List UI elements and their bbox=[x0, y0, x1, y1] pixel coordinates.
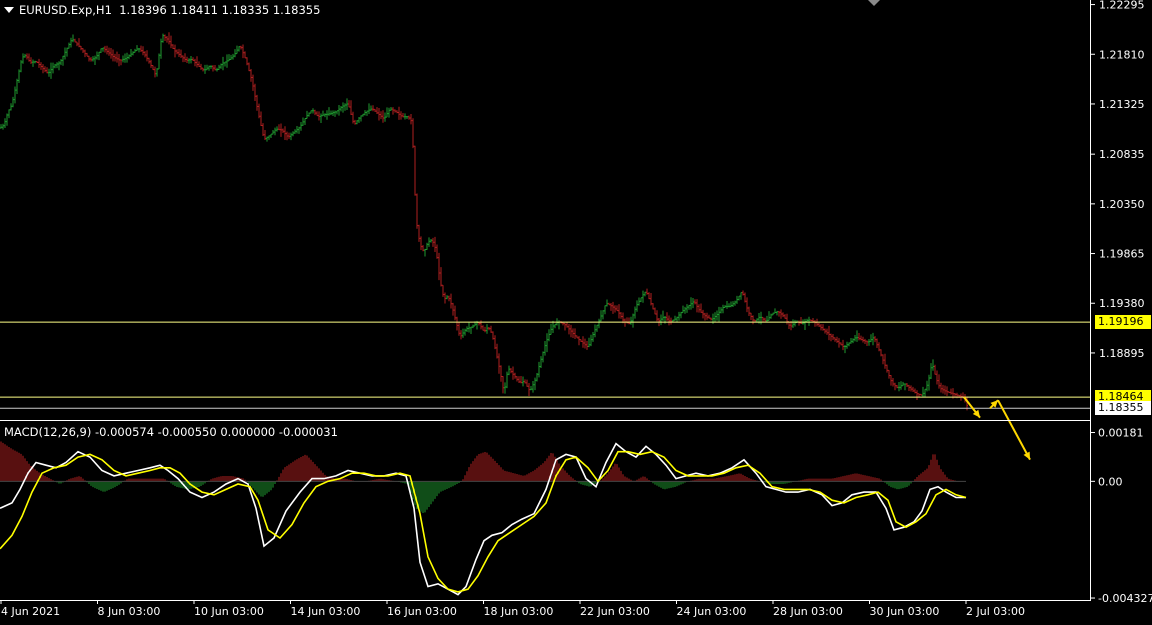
chart-canvas[interactable]: 1.22295 1.21810 1.21325 1.20835 1.20350 1.198… bbox=[0, 0, 1152, 621]
ohlc-values: 1.18396 1.18411 1.18335 1.18355 bbox=[119, 3, 321, 17]
macd-tick-label: 0.00181 bbox=[1098, 427, 1144, 440]
time-tick-label: 14 Jun 03:00 bbox=[291, 605, 361, 618]
price-tick-label: 1.20350 bbox=[1099, 198, 1145, 211]
time-tick-label: 28 Jun 03:00 bbox=[773, 605, 843, 618]
time-tick-label: 18 Jun 03:00 bbox=[484, 605, 554, 618]
time-tick-label: 2 Jul 03:00 bbox=[966, 605, 1025, 618]
dropdown-triangle-icon[interactable] bbox=[4, 7, 14, 13]
axes: 1.22295 1.21810 1.21325 1.20835 1.20350 1.198… bbox=[0, 0, 1152, 618]
time-tick-label: 16 Jun 03:00 bbox=[387, 605, 457, 618]
price-tick-label: 1.20835 bbox=[1099, 148, 1145, 161]
time-tick-label: 4 Jun 2021 bbox=[1, 605, 60, 618]
time-tick-label: 22 Jun 03:00 bbox=[580, 605, 650, 618]
symbol-label: EURUSD.Exp,H1 bbox=[19, 3, 112, 17]
time-tick-label: 30 Jun 03:00 bbox=[870, 605, 940, 618]
price-tick-label: 1.21325 bbox=[1099, 98, 1145, 111]
macd-tick-label: 0.00 bbox=[1098, 475, 1123, 488]
price-tick-label: 1.18895 bbox=[1099, 347, 1145, 360]
time-tick-label: 10 Jun 03:00 bbox=[194, 605, 264, 618]
resistance-price-tag: 1.19196 bbox=[1095, 315, 1151, 329]
symbol-header[interactable]: EURUSD.Exp,H1 1.18396 1.18411 1.18335 1.… bbox=[4, 3, 320, 17]
price-tick-label: 1.19380 bbox=[1099, 297, 1145, 310]
price-pane[interactable] bbox=[0, 32, 1090, 461]
macd-tick-label: -0.004327 bbox=[1098, 592, 1152, 605]
price-tick-label: 1.21810 bbox=[1099, 48, 1145, 61]
current-price-tag: 1.18355 bbox=[1095, 401, 1151, 415]
scroll-marker-icon bbox=[868, 0, 880, 6]
price-tick-label: 1.19865 bbox=[1099, 248, 1145, 261]
projection-arrow-down-2 bbox=[997, 399, 1031, 461]
time-tick-label: 24 Jun 03:00 bbox=[677, 605, 747, 618]
trading-chart[interactable]: 1.22295 1.21810 1.21325 1.20835 1.20350 1.198… bbox=[0, 0, 1152, 621]
macd-header: MACD(12,26,9) -0.000574 -0.000550 0.0000… bbox=[4, 425, 338, 439]
price-tick-label: 1.22295 bbox=[1099, 0, 1145, 12]
time-tick-label: 8 Jun 03:00 bbox=[98, 605, 161, 618]
macd-pane[interactable] bbox=[0, 441, 967, 596]
